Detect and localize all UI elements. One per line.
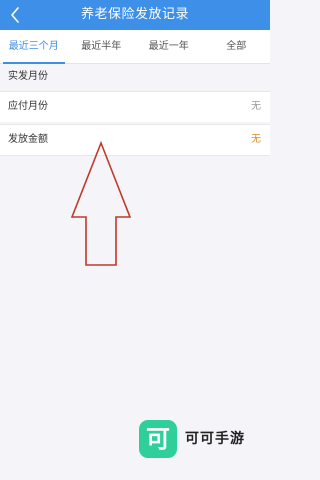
tab-last-half-year[interactable]: 最近半年 [68,30,136,63]
row-label: 应付月份 [8,101,48,112]
period-tabs: 最近三个月 最近半年 最近一年 全部 [0,30,270,64]
list-item-payable-month: 应付月份 无 [0,91,270,122]
row-value: 无 [251,134,261,145]
watermark-logo-icon: 可 [139,420,177,458]
row-value: 无 [251,101,261,112]
watermark: 可 可可手游 [139,420,251,458]
row-label: 发放金额 [8,134,48,145]
top-navbar: 养老保险发放记录 [0,0,270,30]
page-title: 养老保险发放记录 [80,7,189,22]
watermark-text: 可可手游 [185,431,245,447]
tab-last-three-months[interactable]: 最近三个月 [0,30,68,64]
list-item-payment-amount: 发放金额 无 [0,124,270,156]
tab-all[interactable]: 全部 [203,30,271,63]
section-title: 实发月份 [0,64,270,90]
tab-last-year[interactable]: 最近一年 [135,30,203,63]
up-arrow-annotation-icon [70,141,132,266]
